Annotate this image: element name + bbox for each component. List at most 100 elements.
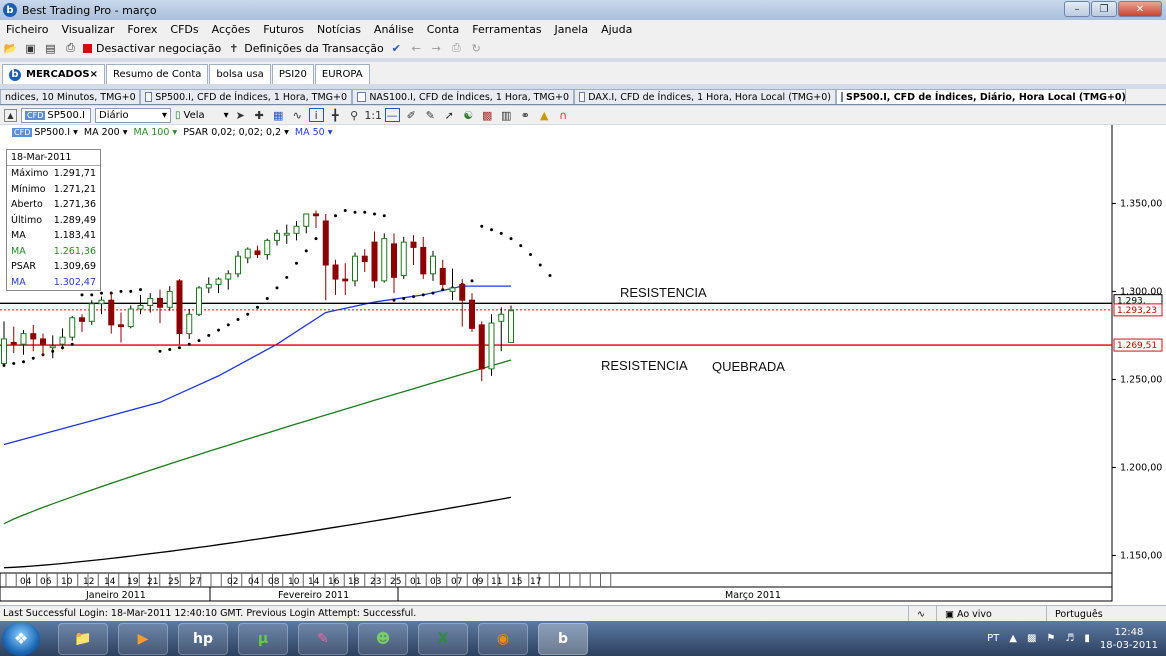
x-tick-label: 04 (20, 577, 32, 587)
menu-item-0[interactable]: Ficheiro (6, 23, 48, 36)
candle-body (508, 310, 514, 343)
refresh-icon[interactable]: ↻ (469, 41, 484, 55)
media-player-icon[interactable]: ▶ (118, 622, 168, 655)
minimize-button[interactable]: – (1064, 1, 1090, 17)
print-preview-icon[interactable]: ⎙ (449, 41, 464, 55)
check-icon[interactable]: ✔ (389, 41, 404, 55)
alert-icon[interactable]: ▲ (537, 108, 552, 122)
connection-icon[interactable]: ∿ (908, 606, 936, 622)
chart-tab-2[interactable]: NAS100.I, CFD de Índices, 1 Hora, TMG+0 (352, 89, 574, 104)
chart-tab-3[interactable]: DAX.I, CFD de Índices, 1 Hora, Hora Loca… (574, 89, 836, 104)
menu-item-7[interactable]: Análise (374, 23, 414, 36)
menu-item-1[interactable]: Visualizar (61, 23, 114, 36)
screenshot-icon[interactable]: ▩ (480, 108, 495, 122)
menu-item-11[interactable]: Ajuda (601, 23, 632, 36)
trendline-icon[interactable]: ➚ (442, 108, 457, 122)
crosshair-icon[interactable]: ✚ (252, 108, 267, 122)
deactivate-trading-button[interactable]: Desactivar negociação (83, 42, 221, 55)
language-indicator[interactable]: PT (987, 633, 999, 644)
chart-tab-1[interactable]: SP500.I, CFD de Índices, 1 Hora, TMG+0 (140, 89, 352, 104)
main-tab-2[interactable]: bolsa usa (209, 64, 271, 84)
best-trading-icon[interactable]: b (538, 622, 588, 655)
magnet-icon[interactable]: ∩ (556, 108, 571, 122)
price-chart[interactable]: 1.150,001.200,001.250,001.300,001.350,00… (0, 125, 1166, 605)
chart-tab-4[interactable]: SP500.I, CFD de Índices, Diário, Hora Lo… (836, 89, 1126, 104)
candle-body (215, 278, 222, 285)
collapse-icon[interactable]: ▲ (4, 108, 17, 122)
psar-dot (304, 249, 308, 253)
ma50-indicator[interactable]: MA 50 ▾ (295, 127, 333, 138)
ma200-indicator[interactable]: MA 200 ▾ (84, 127, 128, 138)
chevron-down-icon: ▾ (161, 109, 167, 121)
restore-button[interactable]: ❐ (1091, 1, 1117, 17)
main-tab-4[interactable]: EUROPA (314, 64, 370, 84)
save-as-icon[interactable]: ▤ (43, 41, 58, 55)
menu-item-5[interactable]: Futuros (263, 23, 304, 36)
menu-item-9[interactable]: Ferramentas (472, 23, 541, 36)
period-select[interactable]: Diário ▾ (95, 107, 171, 123)
save-icon[interactable]: ▣ (23, 41, 38, 55)
psar-dot (295, 261, 298, 265)
psar-dot (343, 208, 347, 212)
fibonacci-icon[interactable]: ☯ (461, 108, 476, 122)
excel-icon[interactable]: X (418, 622, 468, 655)
ratio-icon[interactable]: 1:1 (364, 108, 382, 122)
explorer-icon[interactable]: 📁 (58, 622, 108, 655)
main-tab-1[interactable]: Resumo de Conta (105, 64, 209, 84)
main-tab-0[interactable]: b MERCADOS × (2, 64, 105, 84)
start-button[interactable]: ❖ (2, 621, 40, 656)
info-icon[interactable]: i (308, 108, 324, 122)
close-tab-icon[interactable]: × (90, 69, 98, 80)
x-tick-label: 06 (40, 577, 52, 587)
chart-type-select[interactable]: ▯ Vela ▾ (175, 110, 229, 121)
menu-item-10[interactable]: Janela (555, 23, 589, 36)
firefox-icon[interactable]: ◉ (478, 622, 528, 655)
menu-item-4[interactable]: Acções (212, 23, 251, 36)
messenger-icon[interactable]: ☻ (358, 622, 408, 655)
forward-icon[interactable]: → (429, 41, 444, 55)
info-key: Aberto (11, 199, 43, 211)
symbol-input[interactable]: CFD SP500.I (21, 107, 91, 123)
cursor-icon[interactable]: ➤ (233, 108, 248, 122)
title-bar: b Best Trading Pro - março – ❐ ✕ (0, 0, 1166, 20)
horizontal-line-icon[interactable]: — (384, 108, 400, 122)
candle-body (488, 322, 495, 370)
menu-item-3[interactable]: CFDs (170, 23, 198, 36)
indicator-icon[interactable]: ∿ (290, 108, 305, 122)
open-folder-icon[interactable]: 📂 (3, 41, 18, 55)
menu-item-8[interactable]: Conta (427, 23, 459, 36)
signal-icon[interactable]: ▮ (1084, 633, 1090, 644)
hp-icon[interactable]: hp (178, 622, 228, 655)
paint-icon[interactable]: ✎ (298, 622, 348, 655)
show-hidden-icon[interactable]: ▲ (1009, 633, 1017, 644)
main-toolbar: 📂 ▣ ▤ ⎙ Desactivar negociação ✝ Definiçõ… (0, 38, 1166, 58)
link-icon[interactable]: ⚭ (518, 108, 533, 122)
grid-icon[interactable]: ▦ (271, 108, 286, 122)
language-status[interactable]: Português (1046, 606, 1166, 622)
transaction-settings-button[interactable]: ✝ Definições da Transacção (226, 41, 384, 55)
zoom-icon[interactable]: ⚲ (347, 108, 362, 122)
menu-item-6[interactable]: Notícias (317, 23, 361, 36)
utorrent-icon[interactable]: μ (238, 622, 288, 655)
main-tab-3[interactable]: PSI20 (271, 64, 314, 84)
back-icon[interactable]: ← (409, 41, 424, 55)
print-icon[interactable]: ⎙ (63, 41, 78, 55)
crosshair-box-icon[interactable]: ╋ (328, 108, 343, 122)
volume-icon[interactable]: ♬ (1065, 633, 1074, 644)
indicator-symbol[interactable]: CFD SP500.I ▾ (12, 127, 78, 138)
psar-indicator[interactable]: PSAR 0,02; 0,02; 0,2 ▾ (183, 127, 289, 138)
chart-tab-0[interactable]: ndices, 10 Minutos, TMG+0 (0, 89, 140, 104)
psar-dot (392, 298, 396, 302)
clock[interactable]: 12:48 18-03-2011 (1100, 626, 1158, 652)
psar-dot (246, 312, 250, 316)
pen-icon[interactable]: ✐ (404, 108, 419, 122)
template-icon[interactable]: ▥ (499, 108, 514, 122)
close-button[interactable]: ✕ (1118, 1, 1162, 17)
network-icon[interactable]: ▩ (1027, 633, 1036, 644)
draw-icon[interactable]: ✎ (423, 108, 438, 122)
chart-area[interactable]: 1.150,00 1.200,00 1.250,00 1.300,00 1.350,00… (0, 125, 1166, 605)
menu-item-2[interactable]: Forex (127, 23, 157, 36)
ma100-indicator[interactable]: MA 100 ▾ (134, 127, 178, 138)
flag-icon[interactable]: ⚑ (1046, 633, 1055, 644)
x-tick-label: 15 (511, 577, 522, 587)
